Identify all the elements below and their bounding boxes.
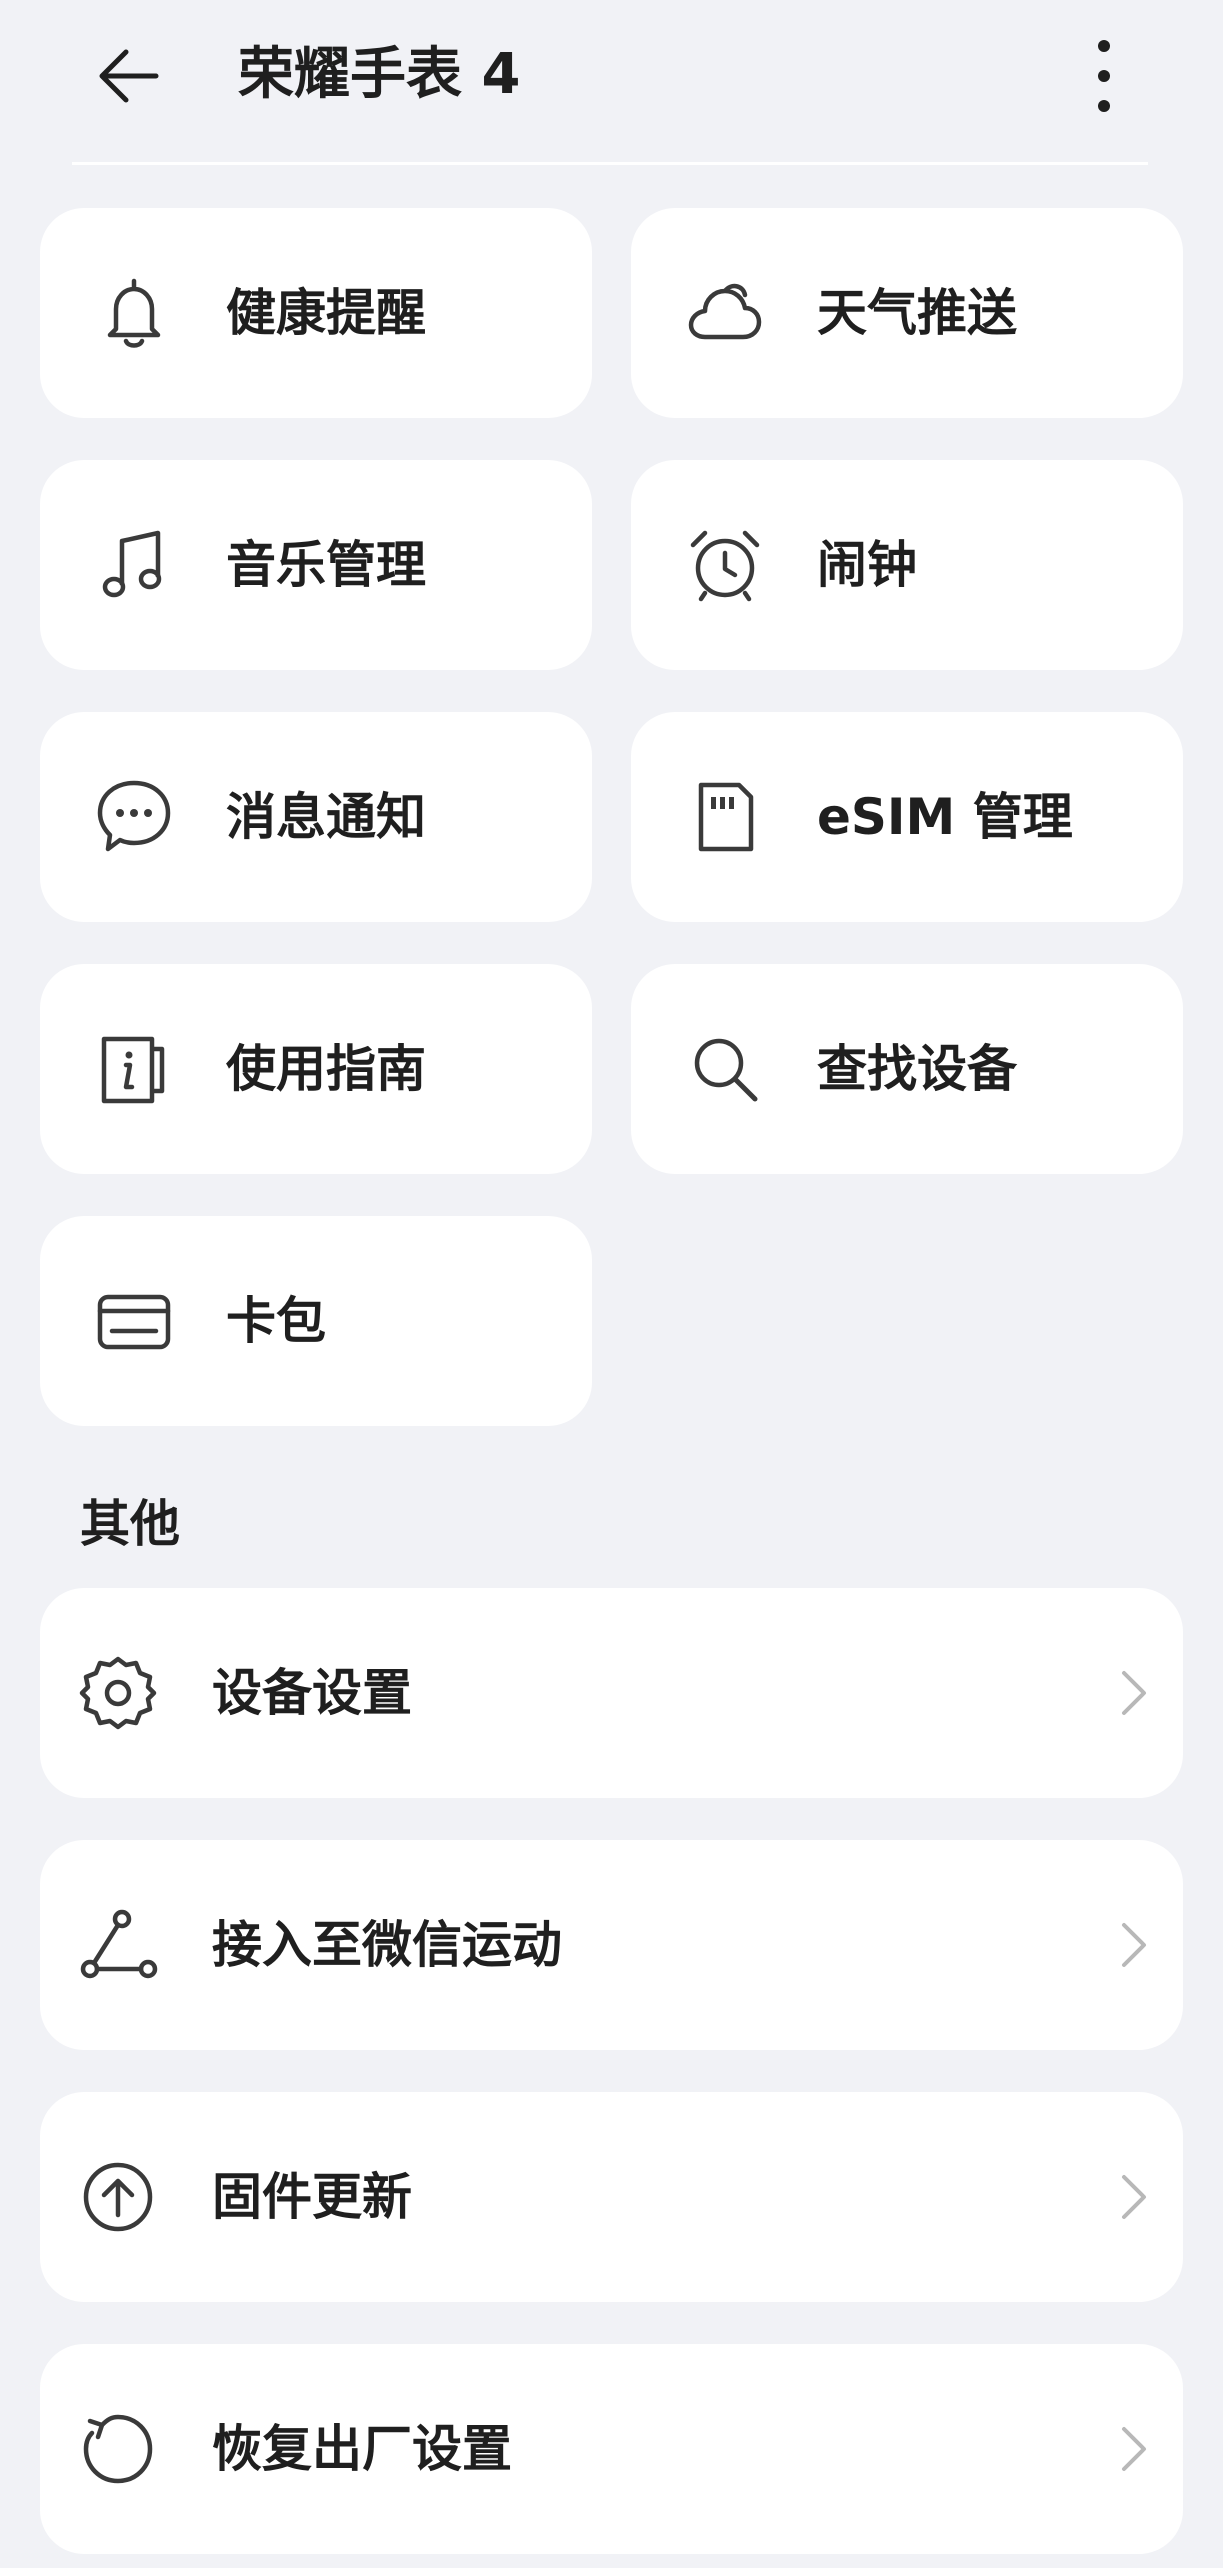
bell-icon bbox=[107, 278, 161, 348]
refresh-icon bbox=[83, 2414, 153, 2484]
row-label: 恢复出厂设置 bbox=[212, 2420, 512, 2478]
arrow-left-icon bbox=[99, 49, 159, 103]
tile-alarm[interactable]: 闹钟 bbox=[631, 460, 1183, 670]
tile-music-management[interactable]: 音乐管理 bbox=[40, 460, 592, 670]
tile-find-device[interactable]: 查找设备 bbox=[631, 964, 1183, 1174]
guide-book-icon bbox=[101, 1036, 165, 1104]
chevron-right-icon bbox=[1122, 1923, 1146, 1967]
tile-weather-push[interactable]: 天气推送 bbox=[631, 208, 1183, 418]
sim-card-icon bbox=[698, 782, 754, 852]
tile-label: 查找设备 bbox=[817, 1040, 1017, 1098]
tile-label: 使用指南 bbox=[226, 1040, 426, 1098]
row-firmware-update[interactable]: 固件更新 bbox=[40, 2092, 1183, 2302]
tile-label: 消息通知 bbox=[226, 788, 426, 846]
gear-icon bbox=[79, 1656, 157, 1730]
tile-card-wallet[interactable]: 卡包 bbox=[40, 1216, 592, 1426]
section-title-other: 其他 bbox=[80, 1495, 180, 1553]
row-label: 设备设置 bbox=[212, 1664, 412, 1722]
music-note-icon bbox=[102, 530, 162, 598]
header-divider bbox=[72, 162, 1148, 165]
tile-label: 健康提醒 bbox=[226, 284, 426, 342]
tile-message-notification[interactable]: 消息通知 bbox=[40, 712, 592, 922]
tile-label: 音乐管理 bbox=[226, 536, 426, 594]
row-device-settings[interactable]: 设备设置 bbox=[40, 1588, 1183, 1798]
chevron-right-icon bbox=[1122, 1671, 1146, 1715]
row-factory-reset[interactable]: 恢复出厂设置 bbox=[40, 2344, 1183, 2554]
top-app-bar: 荣耀手表 4 bbox=[0, 0, 1223, 160]
tile-esim-management[interactable]: eSIM 管理 bbox=[631, 712, 1183, 922]
tile-label: eSIM 管理 bbox=[817, 788, 1073, 846]
tile-label: 天气推送 bbox=[817, 284, 1017, 342]
more-vertical-icon bbox=[1098, 40, 1110, 112]
tile-user-guide[interactable]: 使用指南 bbox=[40, 964, 592, 1174]
row-label: 接入至微信运动 bbox=[212, 1916, 562, 1974]
wallet-icon bbox=[97, 1294, 171, 1350]
page-title: 荣耀手表 4 bbox=[238, 42, 521, 107]
tile-health-reminder[interactable]: 健康提醒 bbox=[40, 208, 592, 418]
more-options-button[interactable] bbox=[1068, 28, 1140, 124]
chevron-right-icon bbox=[1122, 2427, 1146, 2471]
cloud-icon bbox=[688, 283, 762, 340]
search-icon bbox=[694, 1038, 758, 1102]
row-wechat-sports[interactable]: 接入至微信运动 bbox=[40, 1840, 1183, 2050]
chat-bubble-icon bbox=[97, 780, 171, 852]
tile-label: 闹钟 bbox=[817, 536, 917, 594]
row-label: 固件更新 bbox=[212, 2168, 412, 2226]
share-nodes-icon bbox=[80, 1909, 158, 1979]
back-button[interactable] bbox=[80, 28, 176, 124]
chevron-right-icon bbox=[1122, 2175, 1146, 2219]
tile-label: 卡包 bbox=[226, 1292, 326, 1350]
alarm-clock-icon bbox=[690, 530, 760, 602]
upload-circle-icon bbox=[83, 2162, 153, 2232]
